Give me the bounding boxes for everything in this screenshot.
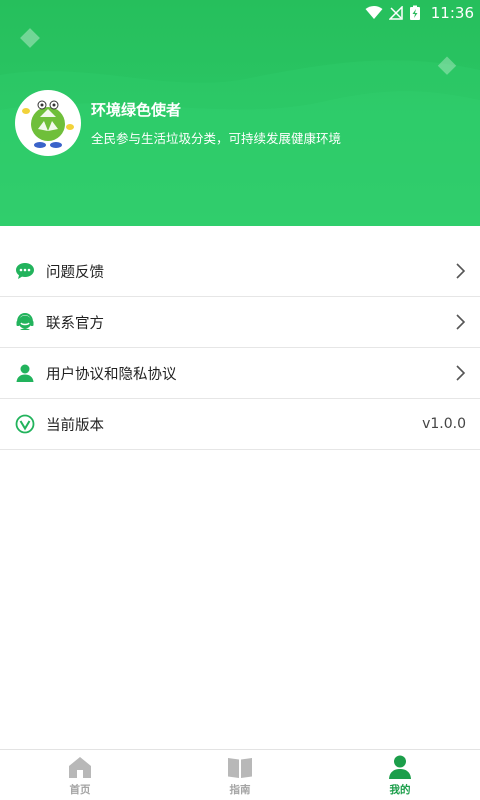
person-icon bbox=[389, 755, 411, 779]
menu-item-label: 联系官方 bbox=[46, 315, 104, 332]
tab-label: 首页 bbox=[69, 784, 91, 796]
bottom-tab-bar: 首页 指南 我的 bbox=[0, 749, 480, 800]
menu-item-label: 用户协议和隐私协议 bbox=[46, 366, 177, 383]
version-value: v1.0.0 bbox=[422, 416, 466, 432]
book-icon bbox=[228, 758, 252, 778]
wifi-icon bbox=[365, 6, 383, 19]
recycle-mascot-icon bbox=[22, 100, 74, 148]
version-v-icon bbox=[15, 414, 35, 434]
profile-header: 11:36 环境绿色使者 全民参与生活垃圾分类，可持续发展健康环境 bbox=[0, 0, 480, 226]
tab-home[interactable]: 首页 bbox=[0, 750, 160, 800]
status-time: 11:36 bbox=[430, 4, 474, 22]
chat-bubble-icon bbox=[15, 261, 35, 281]
tab-label: 我的 bbox=[389, 784, 411, 796]
chevron-right-icon bbox=[456, 365, 466, 381]
menu-item-version[interactable]: 当前版本 v1.0.0 bbox=[0, 399, 480, 450]
signal-icon bbox=[388, 6, 403, 20]
menu-item-label: 当前版本 bbox=[46, 417, 104, 434]
home-icon bbox=[69, 757, 91, 778]
tab-mine[interactable]: 我的 bbox=[320, 750, 480, 800]
chevron-right-icon bbox=[456, 263, 466, 279]
avatar[interactable] bbox=[15, 90, 81, 156]
menu-item-agreement[interactable]: 用户协议和隐私协议 bbox=[0, 348, 480, 399]
menu-item-contact[interactable]: 联系官方 bbox=[0, 297, 480, 348]
profile-info[interactable]: 环境绿色使者 全民参与生活垃圾分类，可持续发展健康环境 bbox=[15, 90, 341, 156]
menu-item-label: 问题反馈 bbox=[46, 264, 104, 281]
chevron-right-icon bbox=[456, 314, 466, 330]
headset-icon bbox=[15, 312, 35, 332]
tab-guide[interactable]: 指南 bbox=[160, 750, 320, 800]
settings-menu: 问题反馈 联系官方 用户协议和隐私协议 当前版本 v1.0.0 bbox=[0, 246, 480, 450]
status-bar: 11:36 bbox=[0, 0, 480, 26]
profile-description: 全民参与生活垃圾分类，可持续发展健康环境 bbox=[91, 131, 342, 146]
menu-item-feedback[interactable]: 问题反馈 bbox=[0, 246, 480, 297]
tab-label: 指南 bbox=[229, 784, 251, 796]
profile-name: 环境绿色使者 bbox=[91, 101, 182, 119]
battery-charging-icon bbox=[409, 5, 420, 20]
user-icon bbox=[15, 363, 35, 383]
